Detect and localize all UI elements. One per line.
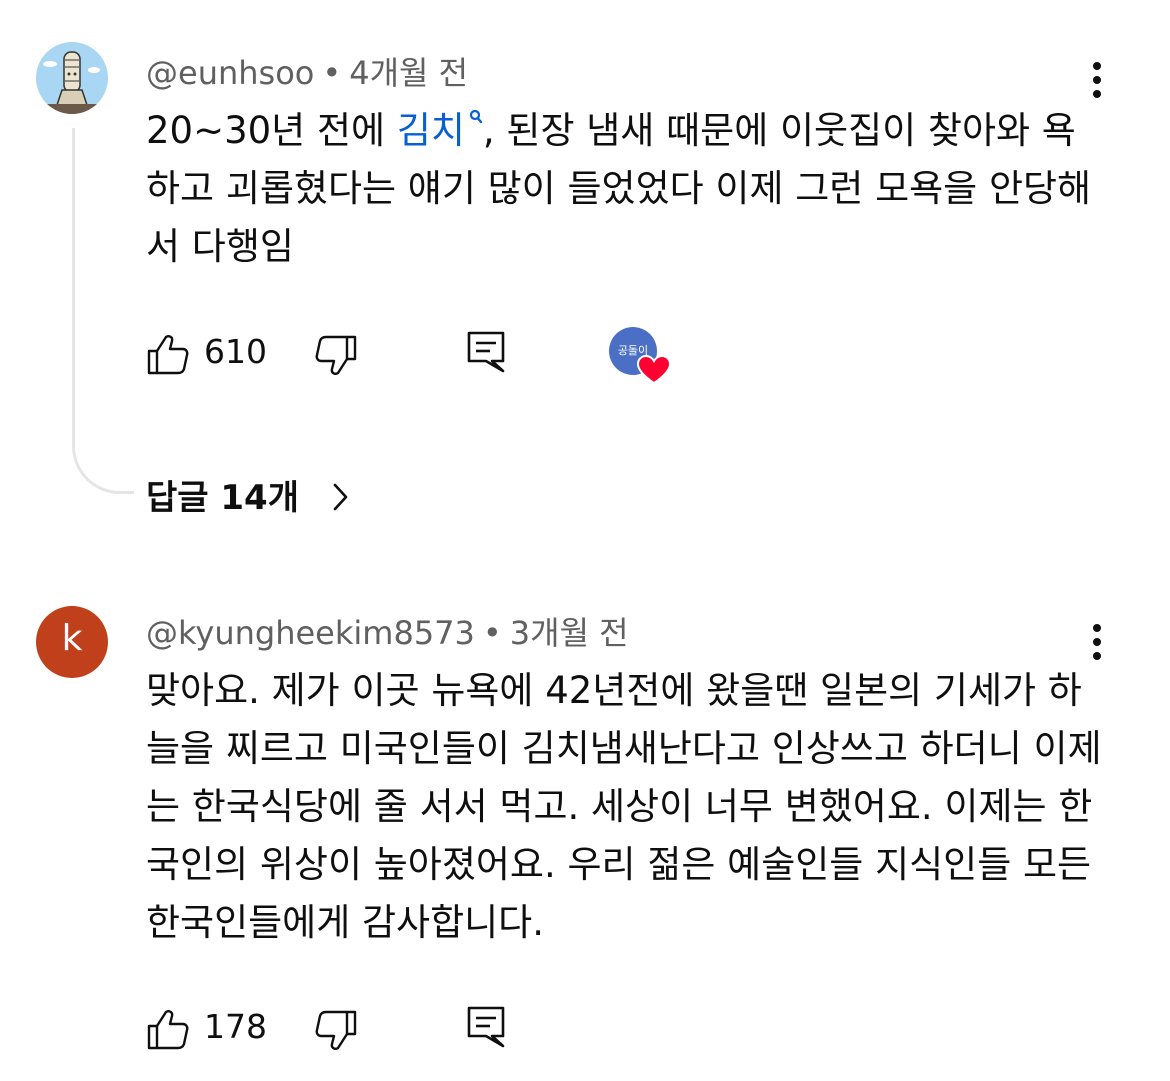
view-replies-button[interactable]: 답글 14개 (146, 470, 348, 519)
comment-meta: @kyungheekim8573 • 3개월 전 (146, 614, 629, 652)
avatar[interactable] (36, 42, 108, 114)
like-count: 178 (204, 1007, 267, 1046)
comment-meta: @eunhsoo • 4개월 전 (146, 54, 469, 92)
author-name[interactable]: @eunhsoo (146, 54, 314, 92)
comment-text: 맞아요. 제가 이곳 뉴욕에 42년전에 왔을땐 일본의 기세가 하늘을 찌르고… (146, 669, 1102, 944)
more-options-icon[interactable] (1088, 60, 1108, 108)
comment-text: 20~30년 전에 김치, 된장 냄새 때문에 이웃집이 찾아와 욕하고 괴롭혔… (146, 109, 1092, 268)
reply-thread-line (72, 128, 134, 494)
like-icon[interactable] (146, 1007, 190, 1051)
chevron-right-icon (333, 483, 348, 511)
like-icon[interactable] (146, 332, 190, 376)
creator-heart-badge: 공돌이 (609, 327, 672, 385)
search-icon (469, 109, 483, 124)
avatar[interactable]: k (36, 606, 108, 678)
cartoon-avatar-icon (36, 42, 108, 114)
dislike-icon[interactable] (314, 334, 358, 378)
creator-avatar-label: 공돌이 (617, 344, 649, 357)
reply-icon[interactable] (466, 1005, 506, 1049)
replies-label: 답글 14개 (146, 478, 299, 518)
comment-time: 4개월 전 (349, 54, 469, 92)
avatar-letter: k (61, 618, 83, 659)
like-count: 610 (204, 332, 267, 371)
author-name[interactable]: @kyungheekim8573 (146, 614, 475, 652)
reply-icon[interactable] (466, 330, 506, 374)
comment-time: 3개월 전 (509, 614, 629, 652)
dislike-icon[interactable] (314, 1009, 358, 1053)
kimchi-search-link[interactable]: 김치 (397, 109, 483, 152)
